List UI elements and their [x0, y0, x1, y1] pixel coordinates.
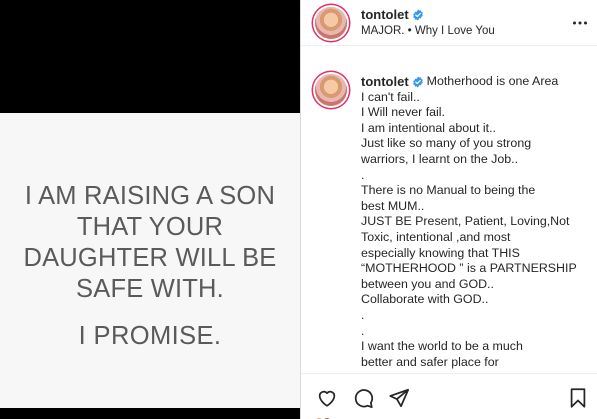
quote-text: I AM RAISING A SON THAT YOUR DAUGHTER WI…: [23, 182, 277, 303]
more-options-icon[interactable]: [572, 15, 588, 31]
caption-line: between you and GOD..: [361, 276, 494, 291]
comment-icon: [354, 389, 374, 409]
caption-line: “MOTHERHOOD ” is a PARTNERSHIP: [361, 261, 577, 276]
caption-line: especially knowing that THIS: [361, 245, 520, 260]
header-username-row: tontolet: [361, 7, 424, 22]
caption-first-line: Motherhood is one Area: [426, 74, 559, 88]
save-button[interactable]: [566, 386, 590, 410]
caption-username-link[interactable]: tontolet: [361, 74, 409, 90]
quote-card: I AM RAISING A SON THAT YOUR DAUGHTER WI…: [0, 113, 300, 408]
caption-line: warriors, I learnt on the Job..: [361, 151, 519, 166]
verified-badge-icon: [412, 9, 423, 20]
caption-line: Collaborate with GOD..: [361, 292, 489, 307]
post-image[interactable]: I AM RAISING A SON THAT YOUR DAUGHTER WI…: [0, 0, 300, 419]
post-side-panel: tontolet MAJOR. • Why I Love You tontole…: [300, 0, 597, 419]
promise-text: I PROMISE.: [78, 322, 222, 350]
caption-line-clipped: better and safer place for: [361, 354, 499, 369]
caption-line: There is no Manual to being the: [361, 183, 536, 198]
caption-line: I can't fail..: [361, 89, 420, 104]
caption-line: .: [361, 307, 365, 322]
post-header: tontolet MAJOR. • Why I Love You: [301, 0, 597, 46]
caption-avatar[interactable]: [315, 74, 347, 106]
comment-button[interactable]: [351, 386, 375, 410]
caption-line: JUST BE Present, Patient, Loving,Not: [361, 214, 570, 229]
avatar[interactable]: [315, 7, 347, 39]
bookmark-icon: [570, 388, 586, 408]
caption-header: tontolet Motherhood is one Area: [361, 74, 591, 90]
caption-line: I am intentional about it..: [361, 120, 497, 135]
audio-subtitle-link[interactable]: MAJOR. • Why I Love You: [361, 25, 495, 37]
username-link[interactable]: tontolet: [361, 7, 409, 22]
caption-area[interactable]: tontolet Motherhood is one Area I can't …: [301, 60, 597, 373]
caption-text: tontolet Motherhood is one Area I can't …: [361, 74, 591, 370]
caption-line: Toxic, intentional ,and most: [361, 229, 511, 244]
caption-line: best MUM..: [361, 198, 425, 213]
like-button[interactable]: [315, 386, 339, 410]
paper-plane-icon: [389, 388, 410, 408]
caption-line: .: [361, 167, 365, 182]
verified-badge-icon: [412, 76, 423, 88]
caption-line: .: [361, 323, 365, 338]
share-button[interactable]: [387, 386, 411, 410]
action-bar: [301, 373, 597, 419]
caption-line: I want the world to be a much: [361, 339, 523, 354]
heart-icon: [318, 390, 336, 407]
caption-line: Just like so many of you strong: [361, 136, 532, 151]
caption-line: I Will never fail.: [361, 105, 445, 120]
